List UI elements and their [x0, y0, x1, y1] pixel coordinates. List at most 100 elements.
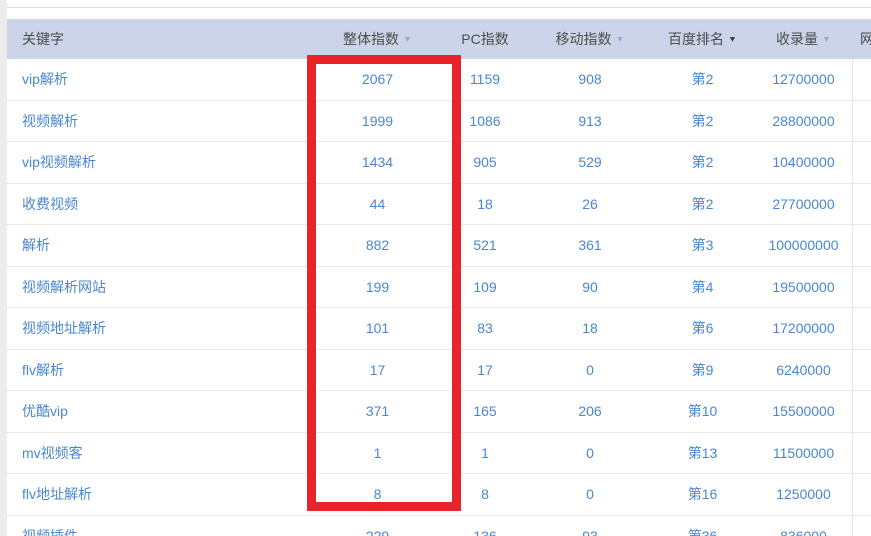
column-header-baidu-rank[interactable]: 百度排名 ▼	[650, 19, 755, 59]
collect-count-cell: 836000	[755, 516, 852, 536]
mobile-index-value[interactable]: 361	[578, 237, 601, 253]
keyword-cell[interactable]: 视频地址解析	[7, 308, 315, 349]
keyword-link[interactable]: 收费视频	[22, 194, 78, 214]
column-header-label: 收录量	[776, 31, 819, 47]
mobile-index-cell: 206	[530, 391, 650, 432]
mobile-index-value[interactable]: 206	[578, 403, 601, 419]
keyword-cell[interactable]: 视频解析网站	[7, 267, 315, 308]
mobile-index-value[interactable]: 18	[582, 320, 598, 336]
keyword-link[interactable]: 视频插件	[22, 526, 78, 536]
pc-index-value[interactable]: 521	[473, 237, 496, 253]
mobile-index-value[interactable]: 90	[582, 279, 598, 295]
pc-index-value[interactable]: 1086	[469, 113, 500, 129]
overall-index-value[interactable]: 1999	[362, 113, 393, 129]
overall-index-value[interactable]: 371	[366, 403, 389, 419]
collect-count-value[interactable]: 12700000	[772, 71, 834, 87]
collect-count-value[interactable]: 17200000	[772, 320, 834, 336]
keyword-link[interactable]: flv地址解析	[22, 484, 92, 504]
collect-count-value[interactable]: 15500000	[772, 403, 834, 419]
mobile-index-value[interactable]: 913	[578, 113, 601, 129]
overall-index-value[interactable]: 1434	[362, 154, 393, 170]
keyword-link[interactable]: 视频解析网站	[22, 277, 106, 297]
overall-index-cell: 44	[315, 184, 440, 225]
collect-count-value[interactable]: 836000	[780, 528, 827, 536]
baidu-rank-value[interactable]: 第36	[688, 526, 718, 536]
collect-count-value[interactable]: 100000000	[768, 237, 838, 253]
collect-count-value[interactable]: 19500000	[772, 279, 834, 295]
collect-count-value[interactable]: 27700000	[772, 196, 834, 212]
overall-index-value[interactable]: 8	[374, 486, 382, 502]
baidu-rank-value[interactable]: 第4	[692, 277, 714, 297]
keyword-cell[interactable]: vip视频解析	[7, 142, 315, 183]
pc-index-cell: 17	[440, 350, 530, 391]
overall-index-value[interactable]: 2067	[362, 71, 393, 87]
baidu-rank-cell: 第9	[650, 350, 755, 391]
overall-index-value[interactable]: 199	[366, 279, 389, 295]
baidu-rank-value[interactable]: 第13	[688, 443, 718, 463]
collect-count-value[interactable]: 1250000	[776, 486, 831, 502]
sort-arrow-icon: ▼	[822, 34, 831, 43]
page-title-cell	[852, 100, 871, 141]
column-header-label: 移动指数	[555, 31, 612, 47]
overall-index-value[interactable]: 44	[370, 196, 386, 212]
overall-index-value[interactable]: 1	[374, 445, 382, 461]
collect-count-value[interactable]: 6240000	[776, 362, 831, 378]
keyword-link[interactable]: flv解析	[22, 360, 64, 380]
baidu-rank-value[interactable]: 第2	[692, 152, 714, 172]
overall-index-cell: 882	[315, 225, 440, 266]
pc-index-value[interactable]: 136	[473, 528, 496, 536]
keyword-link[interactable]: 视频解析	[22, 111, 78, 131]
baidu-rank-value[interactable]: 第2	[692, 194, 714, 214]
collect-count-cell: 17200000	[755, 308, 852, 349]
keyword-cell[interactable]: 视频解析	[7, 101, 315, 142]
mobile-index-value[interactable]: 0	[586, 445, 594, 461]
keyword-cell[interactable]: 解析	[7, 225, 315, 266]
mobile-index-value[interactable]: 529	[578, 154, 601, 170]
keyword-cell[interactable]: 收费视频	[7, 184, 315, 225]
overall-index-value[interactable]: 101	[366, 320, 389, 336]
keyword-link[interactable]: 视频地址解析	[22, 318, 106, 338]
baidu-rank-value[interactable]: 第16	[688, 484, 718, 504]
baidu-rank-value[interactable]: 第9	[692, 360, 714, 380]
pc-index-value[interactable]: 1	[481, 445, 489, 461]
pc-index-value[interactable]: 905	[473, 154, 496, 170]
pc-index-value[interactable]: 83	[477, 320, 493, 336]
pc-index-value[interactable]: 17	[477, 362, 493, 378]
pc-index-value[interactable]: 18	[477, 196, 493, 212]
baidu-rank-value[interactable]: 第3	[692, 235, 714, 255]
column-header-collect-count[interactable]: 收录量 ▼	[755, 19, 852, 59]
column-header-mobile-index[interactable]: 移动指数 ▼	[530, 19, 650, 59]
mobile-index-value[interactable]: 93	[582, 528, 598, 536]
keyword-cell[interactable]: 优酷vip	[7, 391, 315, 432]
keyword-cell[interactable]: flv解析	[7, 350, 315, 391]
pc-index-value[interactable]: 109	[473, 279, 496, 295]
keyword-link[interactable]: vip解析	[22, 69, 68, 89]
baidu-rank-value[interactable]: 第10	[688, 401, 718, 421]
collect-count-value[interactable]: 10400000	[772, 154, 834, 170]
keyword-link[interactable]: 解析	[22, 235, 50, 255]
keyword-link[interactable]: mv视频客	[22, 443, 83, 463]
overall-index-value[interactable]: 17	[370, 362, 386, 378]
mobile-index-value[interactable]: 26	[582, 196, 598, 212]
keyword-cell[interactable]: mv视频客	[7, 433, 315, 474]
mobile-index-value[interactable]: 0	[586, 486, 594, 502]
overall-index-value[interactable]: 882	[366, 237, 389, 253]
column-header-overall-index[interactable]: 整体指数 ▼	[315, 19, 440, 59]
pc-index-value[interactable]: 8	[481, 486, 489, 502]
mobile-index-cell: 913	[530, 101, 650, 142]
baidu-rank-value[interactable]: 第2	[692, 111, 714, 131]
baidu-rank-value[interactable]: 第6	[692, 318, 714, 338]
keyword-link[interactable]: 优酷vip	[22, 401, 68, 421]
pc-index-value[interactable]: 1159	[470, 71, 500, 87]
overall-index-value[interactable]: 229	[366, 528, 389, 536]
baidu-rank-value[interactable]: 第2	[692, 69, 714, 89]
keyword-cell[interactable]: flv地址解析	[7, 474, 315, 515]
collect-count-value[interactable]: 11500000	[773, 445, 834, 461]
keyword-link[interactable]: vip视频解析	[22, 152, 96, 172]
keyword-cell[interactable]: 视频插件	[7, 516, 315, 536]
pc-index-value[interactable]: 165	[473, 403, 496, 419]
keyword-cell[interactable]: vip解析	[7, 59, 315, 100]
collect-count-value[interactable]: 28800000	[772, 113, 834, 129]
mobile-index-value[interactable]: 908	[578, 71, 601, 87]
mobile-index-value[interactable]: 0	[586, 362, 594, 378]
